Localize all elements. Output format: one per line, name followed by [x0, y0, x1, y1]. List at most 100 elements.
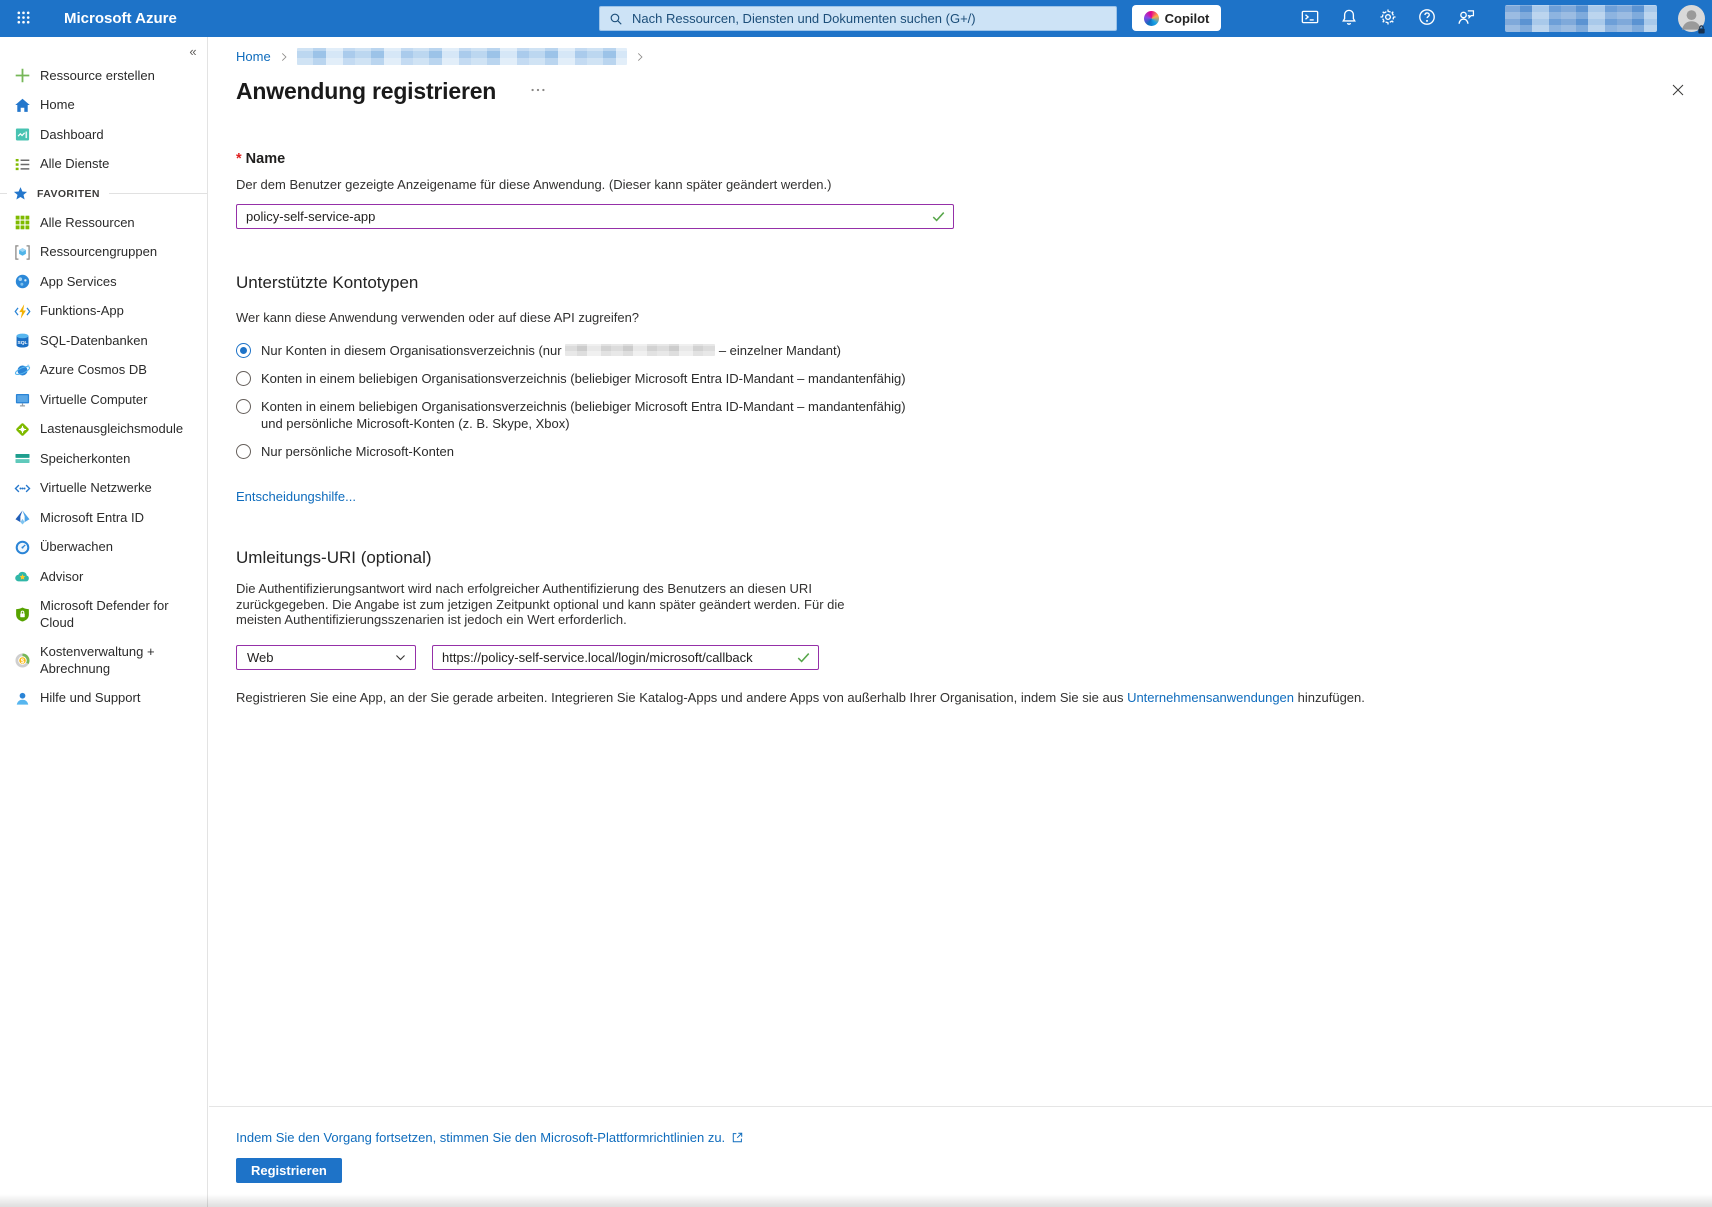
- sidebar-item-label: Virtuelle Computer: [40, 385, 147, 415]
- sidebar-item[interactable]: Home: [0, 91, 207, 121]
- platform-select-value: Web: [247, 650, 394, 665]
- avatar[interactable]: [1678, 5, 1705, 32]
- svg-text:SQL: SQL: [17, 340, 27, 346]
- radio-button[interactable]: [236, 371, 251, 386]
- sidebar-item-label: Home: [40, 91, 75, 121]
- monitor-gauge-icon: [14, 539, 31, 556]
- sidebar: « Ressource erstellen Home Dashboard: [0, 37, 208, 1207]
- sidebar-item[interactable]: SQL SQL-Datenbanken: [0, 326, 207, 356]
- name-input-wrap: [236, 204, 954, 229]
- register-button[interactable]: Registrieren: [236, 1158, 342, 1183]
- account-type-option[interactable]: Nur persönliche Microsoft-Konten: [236, 437, 936, 465]
- sidebar-item-label: Virtuelle Netzwerke: [40, 474, 152, 504]
- cosmos-icon: [14, 362, 31, 379]
- top-bar: Microsoft Azure Copilot: [0, 0, 1712, 37]
- sidebar-item-label: Kostenverwaltung + Abrechnung: [40, 638, 198, 684]
- more-options-button[interactable]: [526, 78, 550, 105]
- sidebar-item[interactable]: Überwachen: [0, 533, 207, 563]
- global-search[interactable]: [599, 6, 1117, 31]
- sidebar-item-label: Ressource erstellen: [40, 61, 155, 91]
- close-blade-button[interactable]: [1666, 78, 1690, 105]
- sidebar-item[interactable]: $ Kostenverwaltung + Abrechnung: [0, 638, 207, 684]
- search-input[interactable]: [630, 10, 1107, 27]
- topbar-icon-button[interactable]: [1418, 10, 1436, 28]
- radio-label: Nur persönliche Microsoft-Konten: [261, 443, 454, 460]
- chevron-right-icon: [278, 51, 290, 63]
- account-types-heading: Unterstützte Kontotypen: [236, 273, 1712, 293]
- account-type-option[interactable]: Nur Konten in diesem Organisationsverzei…: [236, 336, 936, 364]
- cost-icon: $: [14, 652, 31, 669]
- redirect-uri-input[interactable]: [432, 645, 819, 670]
- sidebar-item-label: Advisor: [40, 562, 83, 592]
- name-input[interactable]: [236, 204, 954, 229]
- sidebar-item[interactable]: Funktions-App: [0, 297, 207, 327]
- sidebar-item-label: Funktions-App: [40, 297, 124, 327]
- sidebar-item[interactable]: Virtuelle Computer: [0, 385, 207, 415]
- decision-help-link[interactable]: Entscheidungshilfe...: [236, 489, 356, 504]
- star-icon: [13, 186, 28, 201]
- valid-check-icon: [931, 209, 946, 224]
- topbar-icon-button[interactable]: [1340, 10, 1358, 28]
- sidebar-item[interactable]: Microsoft Defender for Cloud: [0, 592, 207, 638]
- valid-check-icon: [796, 650, 811, 665]
- register-app-form: *Name Der dem Benutzer gezeigte Anzeigen…: [209, 151, 1712, 706]
- sidebar-item[interactable]: Speicherkonten: [0, 444, 207, 474]
- storage-icon: [14, 450, 31, 467]
- name-field-description: Der dem Benutzer gezeigte Anzeigename fü…: [236, 177, 1712, 192]
- required-marker: *: [236, 151, 242, 167]
- sidebar-item-label: Lastenausgleichsmodule: [40, 415, 183, 445]
- radio-button[interactable]: [236, 343, 251, 358]
- sidebar-item-label: Alle Ressourcen: [40, 208, 135, 238]
- sidebar-item-label: SQL-Datenbanken: [40, 326, 148, 356]
- cloudshell-icon: [1301, 8, 1319, 29]
- sidebar-item[interactable]: Microsoft Entra ID: [0, 503, 207, 533]
- breadcrumb-home-link[interactable]: Home: [236, 49, 271, 64]
- function-app-icon: [14, 303, 31, 320]
- waffle-menu-icon[interactable]: [0, 0, 46, 37]
- brand-title[interactable]: Microsoft Azure: [64, 0, 177, 37]
- more-icon: [530, 82, 546, 101]
- redirect-uri-description: Die Authentifizierungsantwort wird nach …: [236, 581, 878, 628]
- sidebar-item[interactable]: App Services: [0, 267, 207, 297]
- sidebar-collapse-button[interactable]: «: [184, 42, 202, 60]
- sidebar-item-label: Dashboard: [40, 120, 104, 150]
- sidebar-item[interactable]: Alle Ressourcen: [0, 208, 207, 238]
- sidebar-favorites-list: Alle Ressourcen Ressourcengruppen App Se…: [0, 208, 207, 713]
- sidebar-item[interactable]: Alle Dienste: [0, 150, 207, 180]
- sidebar-item-label: Microsoft Defender for Cloud: [40, 592, 198, 638]
- topbar-icon-button[interactable]: [1457, 10, 1475, 28]
- all-services-icon: [14, 156, 31, 173]
- redacted-breadcrumb-item[interactable]: [297, 48, 627, 65]
- enterprise-apps-link[interactable]: Unternehmensanwendungen: [1127, 690, 1294, 705]
- vnet-icon: [14, 480, 31, 497]
- sidebar-item[interactable]: Ressource erstellen: [0, 61, 207, 91]
- defender-icon: [14, 606, 31, 623]
- radio-button[interactable]: [236, 399, 251, 414]
- topbar-icon-button[interactable]: [1379, 10, 1397, 28]
- sidebar-item[interactable]: Ressourcengruppen: [0, 238, 207, 268]
- copilot-button[interactable]: Copilot: [1132, 5, 1221, 31]
- topbar-icon-button[interactable]: [1301, 10, 1319, 28]
- favorites-header: FAVORITEN: [0, 179, 207, 208]
- resource-groups-icon: [14, 244, 31, 261]
- sidebar-item[interactable]: Dashboard: [0, 120, 207, 150]
- blade-content: Home Anwendung registrieren *Name Der de…: [209, 37, 1712, 1207]
- sidebar-item[interactable]: Virtuelle Netzwerke: [0, 474, 207, 504]
- advisor-icon: [14, 568, 31, 585]
- sidebar-item[interactable]: Hilfe und Support: [0, 684, 207, 714]
- home-icon: [14, 97, 31, 114]
- account-type-option[interactable]: Konten in einem beliebigen Organisations…: [236, 392, 936, 437]
- sidebar-item[interactable]: Lastenausgleichsmodule: [0, 415, 207, 445]
- sidebar-item[interactable]: Azure Cosmos DB: [0, 356, 207, 386]
- radio-label: Konten in einem beliebigen Organisations…: [261, 398, 921, 432]
- radio-label: Konten in einem beliebigen Organisations…: [261, 370, 906, 387]
- platform-policies-link[interactable]: Indem Sie den Vorgang fortsetzen, stimme…: [236, 1130, 744, 1145]
- platform-select[interactable]: Web: [236, 645, 416, 670]
- plus-icon: [14, 67, 31, 84]
- sidebar-item-label: Überwachen: [40, 533, 113, 563]
- sidebar-item[interactable]: Advisor: [0, 562, 207, 592]
- radio-button[interactable]: [236, 444, 251, 459]
- svg-text:$: $: [21, 658, 25, 665]
- account-type-option[interactable]: Konten in einem beliebigen Organisations…: [236, 364, 936, 392]
- dashboard-icon: [14, 126, 31, 143]
